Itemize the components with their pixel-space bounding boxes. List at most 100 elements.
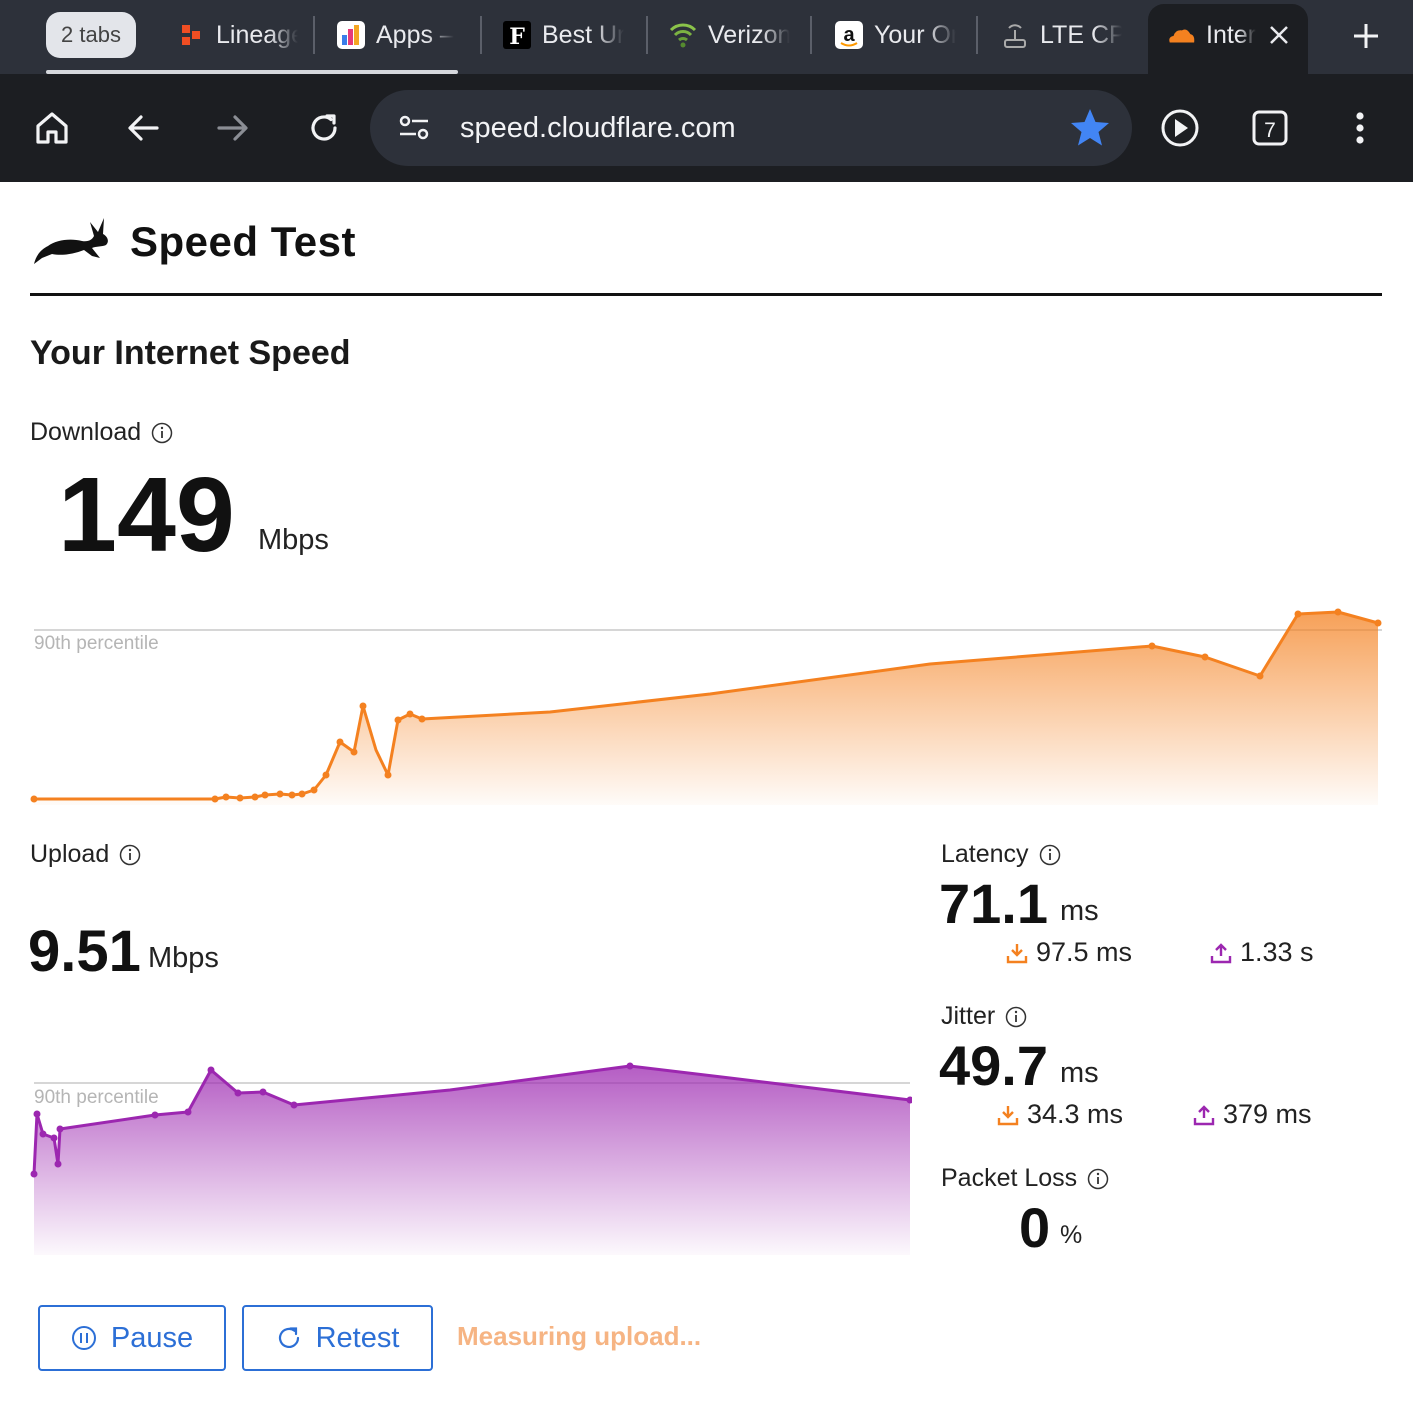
tab-lte[interactable]: LTE CP [1000, 10, 1122, 60]
back-arrow-icon[interactable] [115, 100, 171, 156]
tab-divider [480, 16, 482, 54]
tab-divider [976, 16, 978, 54]
pause-icon [71, 1326, 96, 1350]
download-unit: Mbps [258, 524, 329, 556]
packet-loss-value: 0 [1019, 1196, 1051, 1259]
jitter-download-stat: 34.3 ms [997, 1099, 1123, 1130]
jitter-download-value: 34.3 ms [1027, 1099, 1124, 1129]
packet-loss-label: Packet Loss [941, 1164, 1109, 1193]
tab-label: Verizon [708, 20, 790, 49]
apps-icon [336, 20, 366, 50]
forbes-icon: F [502, 20, 532, 50]
tab-divider [313, 16, 315, 54]
latency-download-stat: 97.5 ms [1006, 937, 1132, 968]
jitter-label: Jitter [941, 1002, 1027, 1031]
upload-percentile-label: 90th percentile [34, 1087, 159, 1108]
jitter-unit: ms [1060, 1057, 1099, 1089]
latency-unit: ms [1060, 895, 1099, 927]
lineage-icon [176, 20, 206, 50]
amazon-icon: a [834, 20, 864, 50]
info-icon[interactable] [151, 422, 173, 444]
svg-text:a: a [843, 24, 855, 46]
tab-divider [810, 16, 812, 54]
svg-text:F: F [509, 24, 525, 50]
pause-button[interactable]: Pause [38, 1305, 226, 1371]
latency-value: 71.1 [939, 872, 1048, 935]
cloudflare-icon [1166, 20, 1196, 50]
tab-divider [646, 16, 648, 54]
tab-switcher-button[interactable]: 7 [1242, 100, 1298, 156]
info-icon[interactable] [1005, 1006, 1027, 1028]
forward-arrow-icon[interactable] [205, 100, 261, 156]
tab-label: Apps – [376, 20, 454, 49]
new-tab-plus-icon[interactable] [1346, 16, 1386, 56]
download-arrow-icon [1006, 943, 1028, 963]
download-label: Download [30, 418, 173, 447]
address-bar[interactable]: speed.cloudflare.com [370, 90, 1132, 166]
browser-toolbar: speed.cloudflare.com 7 [0, 74, 1413, 182]
close-tab-icon[interactable] [1262, 18, 1296, 52]
jitter-label-text: Jitter [941, 1002, 996, 1030]
section-title: Your Internet Speed [30, 334, 351, 372]
overflow-menu-icon[interactable] [1332, 100, 1388, 156]
info-icon[interactable] [1087, 1168, 1109, 1190]
tab-label: Best Ur [542, 20, 624, 49]
download-area [34, 612, 1378, 805]
tab-internet-speed[interactable]: Inter [1166, 10, 1256, 60]
bookmark-star-icon[interactable] [1068, 106, 1112, 150]
tab-apps[interactable]: Apps – [336, 10, 454, 60]
tab-label: Your Or [874, 20, 956, 49]
upload-area [34, 1066, 910, 1255]
latency-upload-stat: 1.33 s [1210, 937, 1314, 968]
upload-unit: Mbps [148, 942, 219, 974]
latency-label-text: Latency [941, 840, 1029, 868]
tab-lineage[interactable]: Lineage [176, 10, 298, 60]
packet-loss-label-text: Packet Loss [941, 1164, 1078, 1192]
retest-button[interactable]: Retest [242, 1305, 433, 1371]
latency-label: Latency [941, 840, 1061, 869]
packet-loss-unit: % [1060, 1221, 1083, 1249]
reload-icon[interactable] [296, 100, 352, 156]
retest-label: Retest [315, 1321, 400, 1354]
download-chart [30, 608, 1382, 805]
jitter-value: 49.7 [939, 1034, 1048, 1097]
tab-group-chip[interactable]: 2 tabs [46, 12, 136, 58]
brand-header: Speed Test [30, 210, 356, 274]
tab-label: LTE CP [1040, 20, 1122, 49]
tab-count: 7 [1264, 119, 1276, 142]
latency-download-value: 97.5 ms [1036, 937, 1133, 967]
router-icon [1000, 20, 1030, 50]
tab-verizon[interactable]: Verizon [668, 10, 790, 60]
media-play-icon[interactable] [1152, 100, 1208, 156]
download-percentile-label: 90th percentile [34, 633, 159, 654]
upload-label: Upload [30, 840, 141, 869]
latency-upload-value: 1.33 s [1240, 937, 1314, 967]
upload-arrow-icon [1193, 1104, 1215, 1125]
retest-icon [278, 1327, 299, 1349]
home-icon[interactable] [24, 100, 80, 156]
download-arrow-icon [997, 1105, 1019, 1125]
info-icon[interactable] [1039, 844, 1061, 866]
tab-label: Lineage [216, 20, 298, 49]
pause-label: Pause [110, 1321, 194, 1354]
wifi-icon [668, 20, 698, 50]
jitter-upload-value: 379 ms [1223, 1099, 1312, 1129]
tab-best[interactable]: F Best Ur [502, 10, 624, 60]
rabbit-logo-icon [30, 214, 110, 271]
upload-value: 9.51 [28, 919, 141, 984]
brand-title: Speed Test [130, 218, 356, 265]
upload-label-text: Upload [30, 840, 110, 868]
info-icon[interactable] [119, 844, 141, 866]
download-value: 149 [58, 456, 235, 574]
download-label-text: Download [30, 418, 142, 446]
header-divider [30, 293, 1382, 296]
url-text[interactable]: speed.cloudflare.com [460, 110, 736, 146]
upload-arrow-icon [1210, 942, 1232, 963]
tab-amazon[interactable]: a Your Or [834, 10, 956, 60]
status-message: Measuring upload... [457, 1321, 702, 1351]
site-settings-icon[interactable] [396, 110, 432, 146]
jitter-upload-stat: 379 ms [1193, 1099, 1312, 1130]
upload-chart [30, 1062, 912, 1255]
tab-label: Inter [1206, 20, 1256, 49]
tab-strip: 2 tabs Lineage Apps – F Best Ur Verizon … [0, 0, 1413, 74]
